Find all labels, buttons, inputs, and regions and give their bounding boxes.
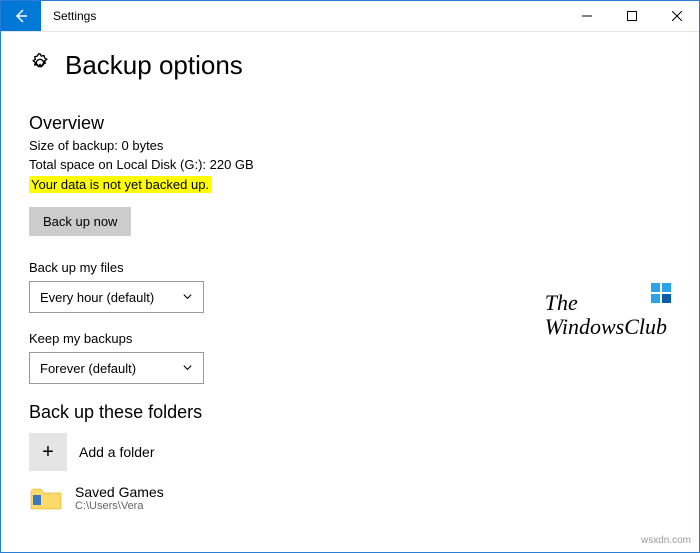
window-title: Settings xyxy=(41,1,564,31)
folder-text: Saved Games C:\Users\Vera xyxy=(75,484,164,512)
gear-icon xyxy=(29,52,51,79)
watermark: The WindowsClub xyxy=(545,291,667,339)
page-header: Backup options xyxy=(29,50,671,81)
chevron-down-icon xyxy=(182,290,193,305)
add-folder-label: Add a folder xyxy=(79,444,155,460)
backup-status-text: Your data is not yet backed up. xyxy=(29,176,671,193)
total-space-text: Total space on Local Disk (G:): 220 GB xyxy=(29,157,671,172)
attribution-text: wsxdn.com xyxy=(641,535,691,546)
backup-now-button[interactable]: Back up now xyxy=(29,207,131,236)
window-controls xyxy=(564,1,699,31)
folder-item[interactable]: Saved Games C:\Users\Vera xyxy=(29,483,671,513)
backup-size-text: Size of backup: 0 bytes xyxy=(29,138,671,153)
folder-name: Saved Games xyxy=(75,484,164,500)
frequency-value: Every hour (default) xyxy=(40,290,154,305)
titlebar: Settings xyxy=(1,1,699,32)
frequency-dropdown[interactable]: Every hour (default) xyxy=(29,281,204,313)
overview-heading: Overview xyxy=(29,113,671,134)
folders-heading: Back up these folders xyxy=(29,402,671,423)
folders-section: Back up these folders + Add a folder Sav… xyxy=(29,402,671,513)
chevron-down-icon xyxy=(182,361,193,376)
plus-icon: + xyxy=(29,433,67,471)
arrow-left-icon xyxy=(13,8,29,24)
watermark-line1: The xyxy=(545,291,667,315)
close-button[interactable] xyxy=(654,1,699,31)
maximize-icon xyxy=(627,11,637,21)
minimize-button[interactable] xyxy=(564,1,609,31)
back-button[interactable] xyxy=(1,1,41,31)
minimize-icon xyxy=(582,11,592,21)
watermark-logo-icon xyxy=(651,283,673,305)
close-icon xyxy=(672,11,682,21)
content-area: Backup options Overview Size of backup: … xyxy=(1,32,699,543)
folder-path: C:\Users\Vera xyxy=(75,500,164,512)
add-folder-button[interactable]: + Add a folder xyxy=(29,433,671,471)
watermark-line2: WindowsClub xyxy=(545,315,667,339)
frequency-label: Back up my files xyxy=(29,260,671,275)
maximize-button[interactable] xyxy=(609,1,654,31)
status-highlight: Your data is not yet backed up. xyxy=(29,176,211,193)
page-title: Backup options xyxy=(65,50,243,81)
retention-value: Forever (default) xyxy=(40,361,136,376)
folder-icon xyxy=(29,483,63,513)
retention-dropdown[interactable]: Forever (default) xyxy=(29,352,204,384)
